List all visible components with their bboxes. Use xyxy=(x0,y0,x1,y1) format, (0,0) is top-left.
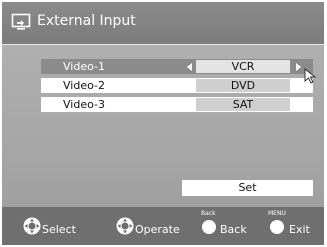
button-guide-bar: Select Operate Back Back MENU Exit xyxy=(2,207,324,245)
input-screen-icon xyxy=(11,13,31,30)
dpad-icon xyxy=(23,217,41,235)
external-input-dialog: External Input Video-1 VCR Video-2 DVD V… xyxy=(2,2,324,245)
left-arrow-icon[interactable] xyxy=(187,63,192,71)
input-row-video-3[interactable]: Video-3 SAT xyxy=(41,97,313,112)
right-arrow-icon[interactable] xyxy=(296,63,301,71)
input-value[interactable]: SAT xyxy=(196,98,290,111)
back-hint: Back xyxy=(220,223,247,236)
set-button[interactable]: Set xyxy=(182,180,313,196)
round-button-icon xyxy=(202,220,216,234)
input-value[interactable]: VCR xyxy=(196,60,290,73)
select-hint: Select xyxy=(42,223,76,236)
page-title: External Input xyxy=(37,13,136,29)
menu-key-label: MENU xyxy=(268,210,286,217)
input-row-video-2[interactable]: Video-2 DVD xyxy=(41,78,313,93)
mouse-pointer-icon xyxy=(304,68,317,84)
input-row-video-1[interactable]: Video-1 VCR xyxy=(41,59,313,74)
round-button-icon xyxy=(270,220,284,234)
exit-hint: Exit xyxy=(289,223,310,236)
input-value[interactable]: DVD xyxy=(196,79,290,92)
input-label: Video-3 xyxy=(63,98,105,111)
dpad-icon xyxy=(116,217,134,235)
operate-hint: Operate xyxy=(135,223,180,236)
title-bar: External Input xyxy=(2,2,324,45)
back-key-label: Back xyxy=(201,210,216,217)
input-label: Video-2 xyxy=(63,79,105,92)
input-label: Video-1 xyxy=(63,60,105,73)
screen: External Input Video-1 VCR Video-2 DVD V… xyxy=(0,0,327,247)
